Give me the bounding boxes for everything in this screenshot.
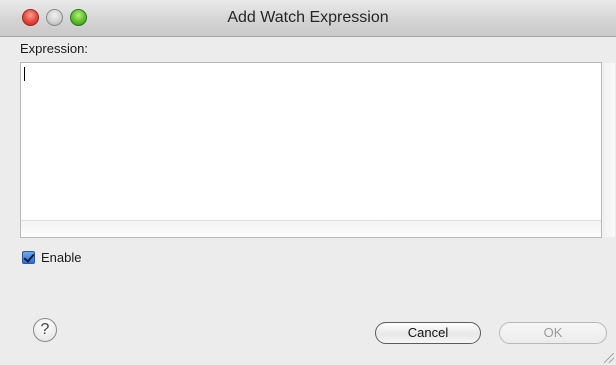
enable-label[interactable]: Enable bbox=[41, 250, 81, 265]
window-title: Add Watch Expression bbox=[227, 9, 389, 26]
enable-checkbox-row[interactable]: Enable bbox=[22, 249, 81, 265]
ok-button[interactable]: OK bbox=[499, 322, 607, 344]
resize-grip-icon[interactable] bbox=[604, 353, 614, 363]
enable-checkbox[interactable] bbox=[22, 250, 35, 264]
title-bar[interactable]: Add Watch Expression bbox=[0, 0, 616, 37]
vertical-scrollbar[interactable] bbox=[602, 63, 615, 237]
minimize-icon[interactable] bbox=[46, 9, 63, 26]
text-caret bbox=[24, 67, 25, 81]
expression-textarea[interactable] bbox=[20, 62, 615, 238]
help-icon[interactable]: ? bbox=[33, 318, 57, 342]
close-icon[interactable] bbox=[22, 9, 39, 26]
expression-label: Expression: bbox=[20, 41, 88, 56]
zoom-icon[interactable] bbox=[70, 9, 87, 26]
cancel-button[interactable]: Cancel bbox=[375, 322, 481, 344]
horizontal-scrollbar[interactable] bbox=[21, 220, 601, 237]
add-watch-expression-dialog: Add Watch Expression Expression: Enable … bbox=[0, 0, 616, 365]
